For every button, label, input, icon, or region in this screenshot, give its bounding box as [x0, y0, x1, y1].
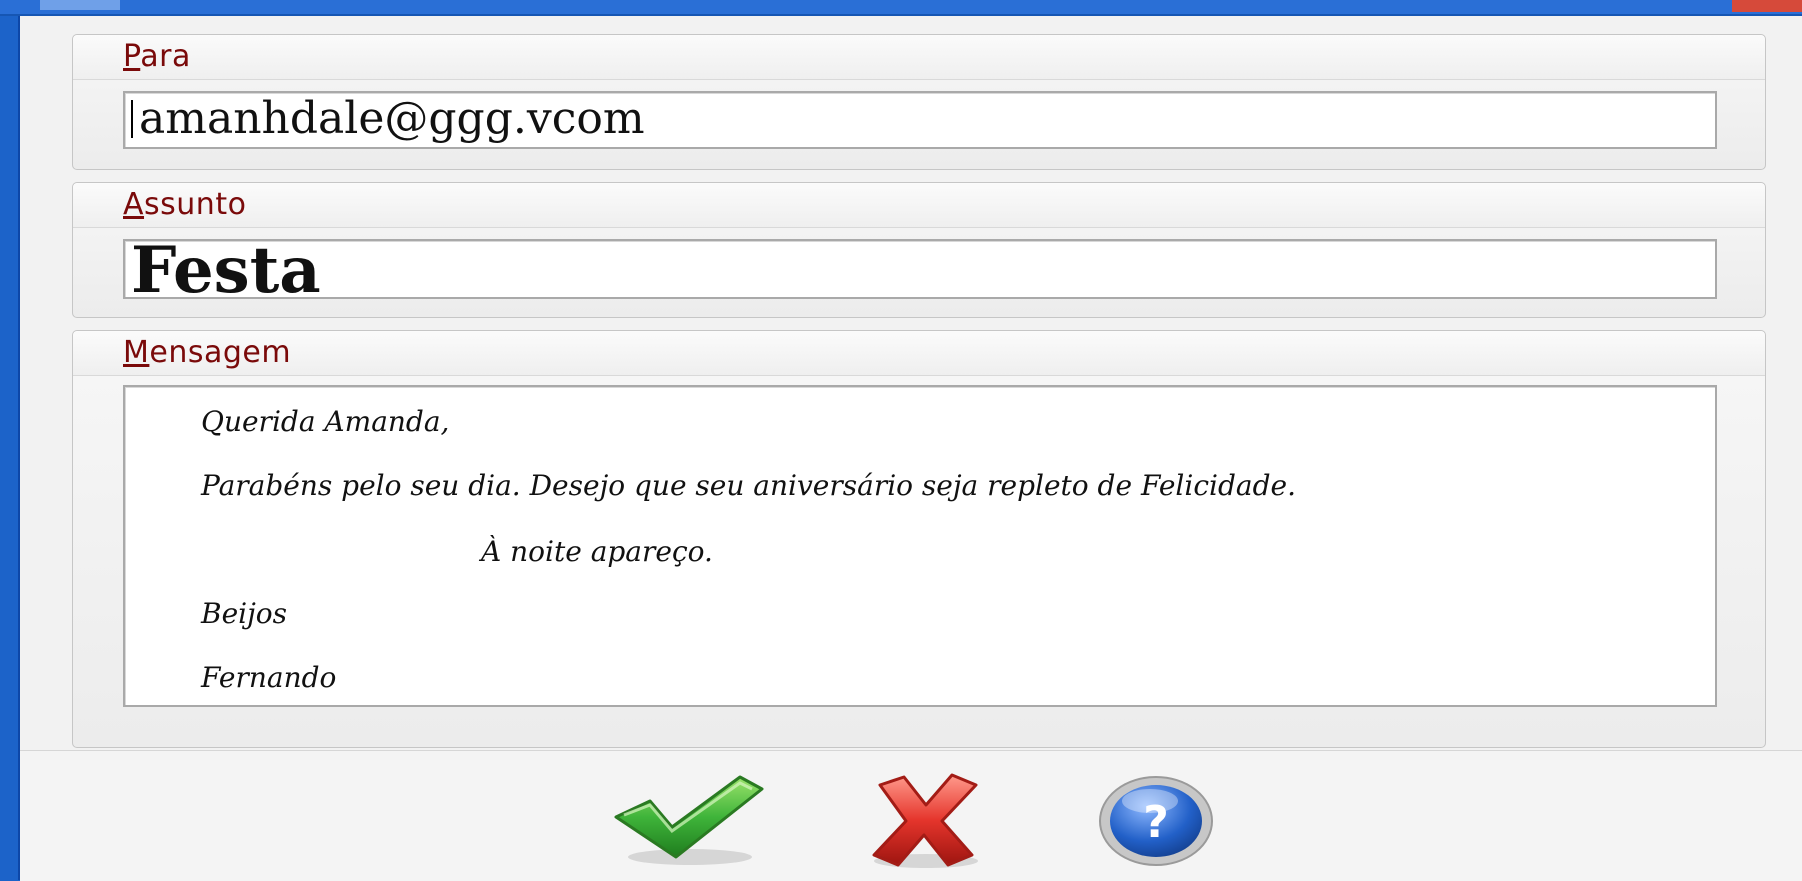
cancel-button[interactable] [860, 771, 990, 876]
para-value: amanhdale@ggg.vcom [139, 93, 645, 144]
para-label: Para [123, 39, 191, 74]
assunto-group: Assunto Festa [72, 182, 1766, 318]
para-group: Para amanhdale@ggg.vcom [72, 34, 1766, 170]
ok-button[interactable] [610, 771, 770, 876]
titlebar-left-segment [40, 0, 120, 10]
window-titlebar [0, 0, 1802, 16]
mensagem-header: Mensagem [73, 331, 1765, 376]
para-input[interactable]: amanhdale@ggg.vcom [123, 91, 1717, 149]
message-line: Beijos [201, 597, 288, 630]
mensagem-textarea[interactable]: Querida Amanda, Parabéns pelo seu dia. D… [123, 385, 1717, 707]
message-line: Fernando [201, 661, 337, 694]
para-header: Para [73, 35, 1765, 80]
svg-text:?: ? [1143, 797, 1169, 848]
assunto-header: Assunto [73, 183, 1765, 228]
window-close-button[interactable] [1732, 0, 1802, 12]
green-checkmark-icon [614, 775, 764, 865]
red-x-icon [872, 773, 978, 868]
message-line: Querida Amanda, [201, 405, 450, 438]
mensagem-label: Mensagem [123, 335, 292, 370]
assunto-value: Festa [131, 239, 321, 299]
assunto-label: Assunto [123, 187, 247, 222]
text-cursor [131, 99, 133, 138]
help-button[interactable]: ? [1094, 771, 1224, 876]
assunto-input[interactable]: Festa [123, 239, 1717, 299]
mensagem-group: Mensagem Querida Amanda, Parabéns pelo s… [72, 330, 1766, 748]
message-line: Parabéns pelo seu dia. Desejo que seu an… [201, 469, 1296, 502]
email-dialog: Para amanhdale@ggg.vcom Assunto Festa Me… [18, 16, 1802, 881]
button-bar: ? [20, 750, 1802, 881]
blue-question-icon: ? [1099, 776, 1213, 866]
message-line: À noite apareço. [481, 535, 713, 568]
